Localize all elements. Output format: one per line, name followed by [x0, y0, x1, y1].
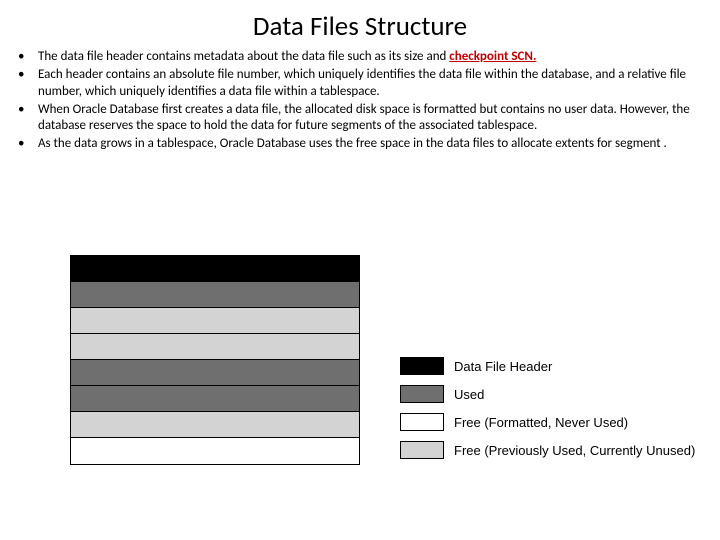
- bullet-list: The data file header contains metadata a…: [0, 49, 720, 153]
- legend-item: Data File Header: [400, 357, 695, 375]
- legend-item: Used: [400, 385, 695, 403]
- highlight-term: checkpoint SCN.: [449, 49, 536, 64]
- bullet-item: As the data grows in a tablespace, Oracl…: [10, 136, 700, 152]
- stack-row: [71, 412, 359, 438]
- stack-row: [71, 282, 359, 308]
- legend-item: Free (Previously Used, Currently Unused): [400, 441, 695, 459]
- bullet-text: Each header contains an absolute file nu…: [38, 67, 686, 98]
- bullet-text: The data file header contains metadata a…: [38, 49, 449, 64]
- legend-swatch: [400, 413, 444, 431]
- bullet-item: Each header contains an absolute file nu…: [10, 67, 700, 100]
- page-title: Data Files Structure: [0, 0, 720, 49]
- bullet-text: As the data grows in a tablespace, Oracl…: [38, 136, 667, 151]
- legend-label: Free (Formatted, Never Used): [454, 415, 628, 430]
- legend-label: Free (Previously Used, Currently Unused): [454, 443, 695, 458]
- legend-swatch: [400, 441, 444, 459]
- bullet-item: When Oracle Database first creates a dat…: [10, 102, 700, 135]
- legend: Data File Header Used Free (Formatted, N…: [400, 357, 695, 459]
- stack-row: [71, 334, 359, 360]
- legend-label: Used: [454, 387, 484, 402]
- data-file-stack: [70, 255, 360, 465]
- bullet-item: The data file header contains metadata a…: [10, 49, 700, 65]
- bullet-text: When Oracle Database first creates a dat…: [38, 102, 690, 133]
- legend-label: Data File Header: [454, 359, 552, 374]
- data-file-figure: Data File Header Used Free (Formatted, N…: [70, 255, 695, 465]
- legend-item: Free (Formatted, Never Used): [400, 413, 695, 431]
- stack-row: [71, 256, 359, 282]
- stack-row: [71, 438, 359, 464]
- stack-row: [71, 386, 359, 412]
- stack-row: [71, 360, 359, 386]
- legend-swatch: [400, 357, 444, 375]
- stack-row: [71, 308, 359, 334]
- legend-swatch: [400, 385, 444, 403]
